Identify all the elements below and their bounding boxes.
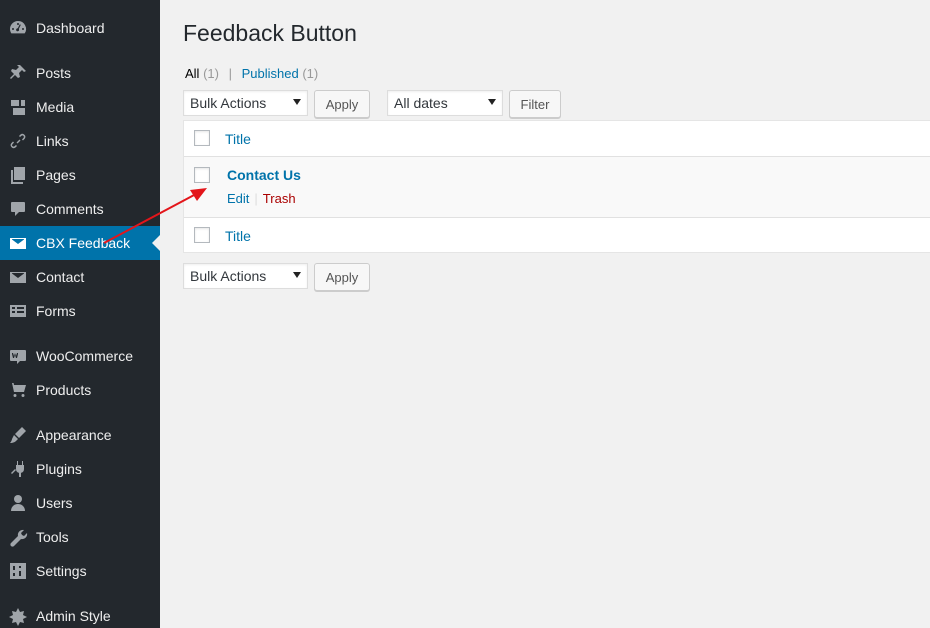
filter-button[interactable]: Filter — [509, 90, 561, 118]
pin-icon — [0, 63, 36, 83]
trash-link[interactable]: Trash — [263, 191, 296, 206]
menu-item-settings[interactable]: Settings — [0, 554, 160, 588]
menu-item-woocommerce[interactable]: WooCommerce — [0, 339, 160, 373]
settings-icon — [0, 561, 36, 581]
admin-sidebar: Dashboard Posts Media Links Pages Commen… — [0, 0, 160, 628]
row-checkbox[interactable] — [194, 167, 210, 183]
menu-label: Media — [36, 99, 75, 115]
bulk-actions-select-bottom[interactable]: Bulk Actions — [183, 263, 308, 289]
apply-button-bottom[interactable]: Apply — [314, 263, 370, 291]
dates-filter-value: All dates — [394, 95, 448, 111]
apply-button-top[interactable]: Apply — [314, 90, 370, 118]
post-title-link[interactable]: Contact Us — [227, 167, 301, 183]
menu-item-products[interactable]: Products — [0, 373, 160, 407]
plugin-icon — [0, 459, 36, 479]
menu-label: Admin Style — [36, 608, 111, 624]
menu-label: Appearance — [36, 427, 112, 443]
table-row: Contact Us Edit | Trash — [184, 157, 930, 217]
menu-label: CBX Feedback — [36, 235, 131, 251]
menu-label: Tools — [36, 529, 69, 545]
page-title: Feedback Button — [183, 20, 357, 46]
filter-separator: | — [228, 66, 232, 81]
menu-item-tools[interactable]: Tools — [0, 520, 160, 554]
user-icon — [0, 493, 36, 513]
action-separator: | — [254, 191, 258, 206]
select-all-checkbox-footer[interactable] — [194, 227, 210, 243]
table-header: Title — [184, 121, 930, 157]
posts-table: Title Contact Us Edit | Trash Title — [183, 120, 930, 253]
cart-icon — [0, 380, 36, 400]
dropdown-arrow-icon — [488, 99, 496, 105]
media-icon — [0, 97, 36, 117]
comment-icon — [0, 199, 36, 219]
menu-label: WooCommerce — [36, 348, 133, 364]
menu-item-forms[interactable]: Forms — [0, 294, 160, 328]
menu-item-media[interactable]: Media — [0, 90, 160, 124]
menu-item-users[interactable]: Users — [0, 486, 160, 520]
filter-all-count: (1) — [203, 66, 219, 81]
edit-link[interactable]: Edit — [227, 191, 249, 206]
table-footer: Title — [184, 217, 930, 253]
brush-icon — [0, 425, 36, 445]
select-all-checkbox[interactable] — [194, 130, 210, 146]
envelope-icon — [0, 267, 36, 287]
menu-item-cbx-feedback[interactable]: CBX Feedback — [0, 226, 160, 260]
menu-item-admin-style[interactable]: Admin Style — [0, 599, 160, 628]
dashboard-icon — [0, 18, 36, 38]
menu-item-posts[interactable]: Posts — [0, 56, 160, 90]
filter-all-link[interactable]: All — [185, 66, 199, 81]
menu-label: Plugins — [36, 461, 82, 477]
wrench-icon — [0, 527, 36, 547]
menu-label: Products — [36, 382, 92, 398]
status-filter-links: All (1) | Published (1) — [185, 66, 318, 81]
forms-icon — [0, 301, 36, 321]
menu-label: Posts — [36, 65, 72, 81]
link-icon — [0, 131, 36, 151]
bulk-actions-value: Bulk Actions — [190, 95, 267, 111]
menu-item-contact[interactable]: Contact — [0, 260, 160, 294]
menu-item-comments[interactable]: Comments — [0, 192, 160, 226]
row-actions: Edit | Trash — [227, 191, 296, 206]
menu-item-dashboard[interactable]: Dashboard — [0, 11, 160, 45]
admin-style-icon — [0, 606, 36, 626]
menu-label: Contact — [36, 269, 85, 285]
title-column-footer[interactable]: Title — [225, 228, 251, 244]
woo-icon — [0, 346, 36, 366]
title-column-header[interactable]: Title — [225, 131, 251, 147]
filter-published-link[interactable]: Published — [242, 66, 299, 81]
menu-label: Comments — [36, 201, 104, 217]
filter-published-count: (1) — [302, 66, 319, 81]
dates-filter-select[interactable]: All dates — [387, 90, 503, 116]
menu-item-plugins[interactable]: Plugins — [0, 452, 160, 486]
menu-label: Dashboard — [36, 20, 105, 36]
menu-label: Users — [36, 495, 73, 511]
dropdown-arrow-icon — [293, 99, 301, 105]
menu-item-pages[interactable]: Pages — [0, 158, 160, 192]
main-content: Feedback Button All (1) | Published (1) … — [160, 0, 930, 628]
envelope-icon — [0, 233, 36, 253]
menu-item-links[interactable]: Links — [0, 124, 160, 158]
menu-label: Pages — [36, 167, 76, 183]
bulk-actions-select-top[interactable]: Bulk Actions — [183, 90, 308, 116]
dropdown-arrow-icon — [293, 272, 301, 278]
pages-icon — [0, 165, 36, 185]
menu-label: Settings — [36, 563, 87, 579]
menu-label: Forms — [36, 303, 76, 319]
menu-label: Links — [36, 133, 69, 149]
bulk-actions-value: Bulk Actions — [190, 268, 267, 284]
menu-item-appearance[interactable]: Appearance — [0, 418, 160, 452]
